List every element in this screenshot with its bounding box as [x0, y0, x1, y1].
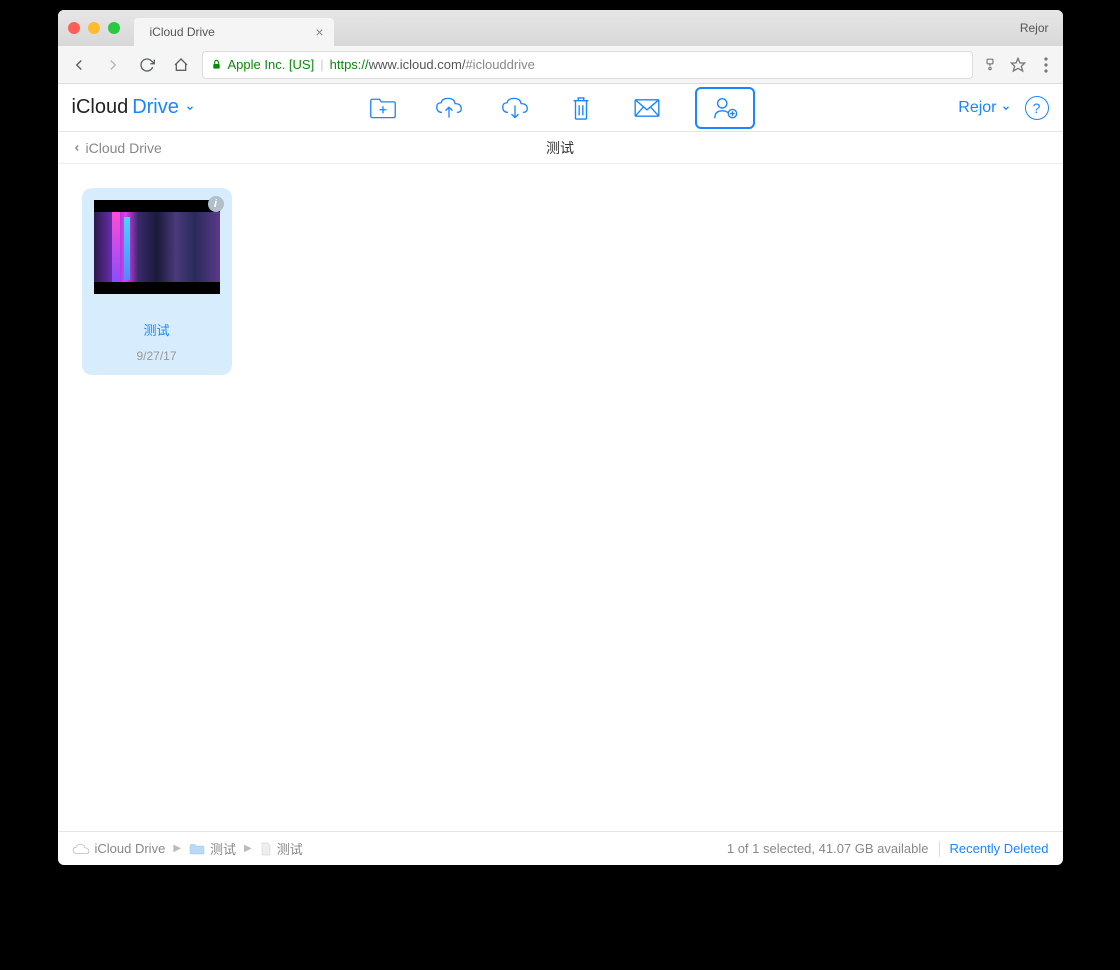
path-folder[interactable]: 测试 [189, 839, 236, 858]
download-button[interactable] [497, 90, 533, 126]
toolbar-actions [365, 87, 755, 129]
reload-button[interactable] [134, 52, 160, 78]
recently-deleted-link[interactable]: Recently Deleted [950, 841, 1049, 856]
chevron-left-icon [72, 141, 82, 155]
browser-tab[interactable]: iCloud Drive × [134, 18, 334, 46]
chrome-titlebar: iCloud Drive × Rejor [58, 10, 1063, 46]
back-breadcrumb[interactable]: iCloud Drive [72, 140, 162, 156]
share-collaborate-button[interactable] [695, 87, 755, 129]
footer-separator [939, 841, 940, 857]
address-bar-actions [981, 56, 1055, 74]
info-icon[interactable]: i [208, 196, 224, 212]
user-name-label: Rejor [958, 99, 996, 117]
brand-drive-label: Drive [132, 96, 179, 119]
url-separator: | [320, 57, 323, 72]
folder-icon [189, 843, 205, 855]
chevron-down-icon [185, 103, 195, 113]
lock-icon [211, 58, 222, 71]
browser-address-bar: Apple Inc. [US] | https://www.icloud.com… [58, 46, 1063, 84]
browser-tabs: iCloud Drive × [134, 10, 334, 46]
file-name-label: 测试 [143, 320, 169, 339]
file-thumbnail [94, 200, 220, 294]
folder-title: 测试 [546, 138, 574, 158]
upload-button[interactable] [431, 90, 467, 126]
nav-back-button[interactable] [66, 52, 92, 78]
path-root[interactable]: iCloud Drive [72, 841, 166, 856]
new-folder-button[interactable] [365, 90, 401, 126]
cloud-icon [72, 843, 90, 855]
file-date-label: 9/27/17 [136, 349, 176, 363]
minimize-window-button[interactable] [88, 22, 100, 34]
site-info-icon[interactable] [981, 56, 999, 74]
email-button[interactable] [629, 90, 665, 126]
tab-close-button[interactable]: × [315, 24, 323, 40]
user-menu[interactable]: Rejor [958, 99, 1010, 117]
path-separator: ▶ [244, 843, 252, 854]
footer-right: 1 of 1 selected, 41.07 GB available Rece… [727, 841, 1049, 857]
file-item[interactable]: i 测试 9/27/17 [82, 188, 232, 375]
chevron-down-icon [1001, 103, 1011, 113]
path-file[interactable]: 测试 [260, 839, 303, 858]
tab-title: iCloud Drive [150, 25, 215, 39]
toolbar-right: Rejor ? [958, 96, 1048, 120]
app-brand-menu[interactable]: iCloud Drive [72, 96, 195, 119]
brand-icloud-label: iCloud [72, 96, 129, 119]
chrome-menu-icon[interactable] [1037, 56, 1055, 74]
help-button[interactable]: ? [1025, 96, 1049, 120]
file-icon [260, 842, 272, 856]
ev-certificate-label: Apple Inc. [US] [228, 57, 315, 72]
chrome-profile-label[interactable]: Rejor [1020, 21, 1053, 35]
path-separator: ▶ [173, 843, 181, 854]
browser-window: iCloud Drive × Rejor Apple Inc. [US] | h… [58, 10, 1063, 865]
delete-button[interactable] [563, 90, 599, 126]
folder-header: iCloud Drive 测试 [58, 132, 1063, 164]
app-toolbar: iCloud Drive [58, 84, 1063, 132]
window-controls [68, 22, 120, 34]
home-button[interactable] [168, 52, 194, 78]
close-window-button[interactable] [68, 22, 80, 34]
url-bar[interactable]: Apple Inc. [US] | https://www.icloud.com… [202, 51, 973, 79]
back-label: iCloud Drive [86, 140, 162, 156]
status-footer: iCloud Drive ▶ 测试 ▶ 测试 1 of 1 selected, … [58, 831, 1063, 865]
selection-status: 1 of 1 selected, 41.07 GB available [727, 841, 929, 856]
nav-forward-button[interactable] [100, 52, 126, 78]
bookmark-star-icon[interactable] [1009, 56, 1027, 74]
file-grid[interactable]: i 测试 9/27/17 [58, 164, 1063, 831]
url-text: https://www.icloud.com/#iclouddrive [330, 57, 535, 72]
maximize-window-button[interactable] [108, 22, 120, 34]
